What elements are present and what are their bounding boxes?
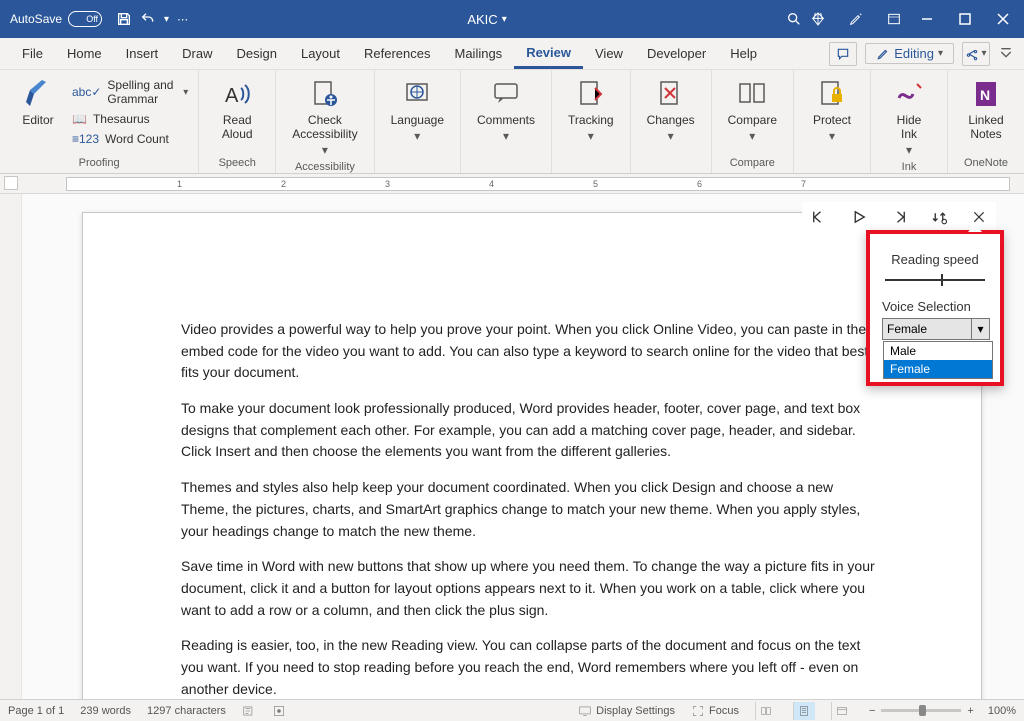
settings-button[interactable] <box>928 206 950 228</box>
vertical-ruler[interactable] <box>0 194 22 699</box>
tab-developer[interactable]: Developer <box>635 38 718 69</box>
paragraph: Save time in Word with new buttons that … <box>181 556 883 621</box>
word-count-button[interactable]: ≡123Word Count <box>72 132 188 146</box>
status-bar: Page 1 of 1 239 words 1297 characters Di… <box>0 699 1024 721</box>
pen-sparkle-icon[interactable] <box>848 11 864 27</box>
svg-text:A: A <box>225 85 239 107</box>
voice-dropdown: Male Female <box>883 341 993 379</box>
linked-notes-button[interactable]: N Linked Notes <box>958 74 1014 144</box>
hide-ink-button[interactable]: Hide Ink▾ <box>881 74 937 159</box>
document-page[interactable]: Video provides a powerful way to help yo… <box>82 212 982 699</box>
tab-home[interactable]: Home <box>55 38 114 69</box>
tab-file[interactable]: File <box>10 38 55 69</box>
ribbon-review: Editor abc✓Spelling and Grammar▾ 📖Thesau… <box>0 70 1024 174</box>
tab-layout[interactable]: Layout <box>289 38 352 69</box>
editing-mode-button[interactable]: Editing▾ <box>865 43 954 64</box>
autosave-toggle[interactable]: AutoSave Off <box>10 11 102 27</box>
popup-arrow-icon <box>968 224 982 232</box>
zoom-in-button[interactable]: + <box>967 705 973 717</box>
display-settings-button[interactable]: Display Settings <box>578 704 675 718</box>
changes-button[interactable]: Changes▾ <box>641 74 701 146</box>
tab-mailings[interactable]: Mailings <box>443 38 515 69</box>
next-button[interactable] <box>888 206 910 228</box>
play-button[interactable] <box>848 206 870 228</box>
title-bar: AutoSave Off ▾ ⋯ AKIC▾ <box>0 0 1024 38</box>
word-count-status[interactable]: 239 words <box>80 705 131 717</box>
tracking-button[interactable]: Tracking▾ <box>562 74 620 146</box>
thesaurus-button[interactable]: 📖Thesaurus <box>72 112 188 126</box>
window-controls <box>910 5 1020 33</box>
tab-insert[interactable]: Insert <box>114 38 171 69</box>
paragraph: To make your document look professionall… <box>181 398 883 463</box>
voice-selection-label: Voice Selection <box>882 299 988 314</box>
qat-customize-icon[interactable]: ⋯ <box>177 13 188 26</box>
previous-button[interactable] <box>808 206 830 228</box>
diamond-icon[interactable] <box>810 11 826 27</box>
read-aloud-settings-popup: Reading speed Voice Selection Female ▾ M… <box>866 230 1004 386</box>
zoom-slider[interactable] <box>881 709 961 712</box>
group-speech: Speech <box>209 155 265 173</box>
read-aloud-toolbar <box>802 202 996 232</box>
read-aloud-button[interactable]: A Read Aloud <box>209 74 265 144</box>
search-icon[interactable] <box>786 11 802 27</box>
zoom-control[interactable]: − + 100% <box>869 705 1016 717</box>
svg-text:N: N <box>980 87 990 103</box>
editor-button[interactable]: Editor <box>10 74 66 130</box>
voice-option-male[interactable]: Male <box>884 342 992 360</box>
character-count-status[interactable]: 1297 characters <box>147 705 226 717</box>
reading-speed-label: Reading speed <box>882 252 988 267</box>
save-icon[interactable] <box>116 11 132 27</box>
paragraph: Themes and styles also help keep your do… <box>181 477 883 542</box>
paragraph: Video provides a powerful way to help yo… <box>181 319 883 384</box>
macro-status-icon[interactable] <box>272 704 286 718</box>
maximize-button[interactable] <box>948 5 982 33</box>
chevron-down-icon: ▾ <box>971 319 989 339</box>
language-button[interactable]: Language▾ <box>385 74 450 146</box>
protect-button[interactable]: Protect▾ <box>804 74 860 146</box>
read-mode-view-button[interactable] <box>755 702 777 720</box>
paragraph: Reading is easier, too, in the new Readi… <box>181 635 883 699</box>
undo-more-icon[interactable]: ▾ <box>164 14 169 25</box>
page-number[interactable]: Page 1 of 1 <box>8 705 64 717</box>
group-proofing: Proofing <box>10 155 188 173</box>
comments-button[interactable]: Comments▾ <box>471 74 541 146</box>
close-button[interactable] <box>986 5 1020 33</box>
zoom-out-button[interactable]: − <box>869 705 875 717</box>
ribbon-tabs: File Home Insert Draw Design Layout Refe… <box>0 38 1024 70</box>
spelling-grammar-button[interactable]: abc✓Spelling and Grammar▾ <box>72 78 188 106</box>
window-app-icon[interactable] <box>886 11 902 27</box>
reading-speed-slider[interactable] <box>885 279 985 281</box>
quick-access-toolbar: ▾ ⋯ <box>116 11 188 27</box>
voice-selection-combo[interactable]: Female ▾ Male Female <box>882 318 990 340</box>
comments-pane-button[interactable] <box>829 42 857 66</box>
collapse-ribbon-icon[interactable] <box>998 46 1014 62</box>
document-title[interactable]: AKIC▾ <box>188 12 786 27</box>
autosave-label: AutoSave <box>10 12 62 26</box>
web-layout-view-button[interactable] <box>831 702 853 720</box>
voice-option-female[interactable]: Female <box>884 360 992 378</box>
tab-review[interactable]: Review <box>514 38 583 69</box>
tab-references[interactable]: References <box>352 38 442 69</box>
tab-help[interactable]: Help <box>718 38 769 69</box>
spell-check-status-icon[interactable] <box>242 704 256 718</box>
group-compare: Compare <box>722 155 783 173</box>
print-layout-view-button[interactable] <box>793 702 815 720</box>
document-workspace: Video provides a powerful way to help yo… <box>0 194 1024 699</box>
zoom-level[interactable]: 100% <box>988 705 1016 717</box>
check-accessibility-button[interactable]: Check Accessibility▾ <box>286 74 363 159</box>
pencil-icon <box>876 47 890 61</box>
tab-view[interactable]: View <box>583 38 635 69</box>
tab-design[interactable]: Design <box>225 38 289 69</box>
minimize-button[interactable] <box>910 5 944 33</box>
focus-button[interactable]: Focus <box>691 704 739 718</box>
group-onenote: OneNote <box>958 155 1014 173</box>
compare-button[interactable]: Compare▾ <box>722 74 783 146</box>
toggle-off-icon: Off <box>68 11 102 27</box>
horizontal-ruler[interactable]: 1 2 3 4 5 6 7 <box>0 174 1024 194</box>
share-button[interactable]: ▾ <box>962 42 990 66</box>
undo-icon[interactable] <box>140 11 156 27</box>
tab-draw[interactable]: Draw <box>170 38 224 69</box>
ruler-corner <box>4 176 18 190</box>
